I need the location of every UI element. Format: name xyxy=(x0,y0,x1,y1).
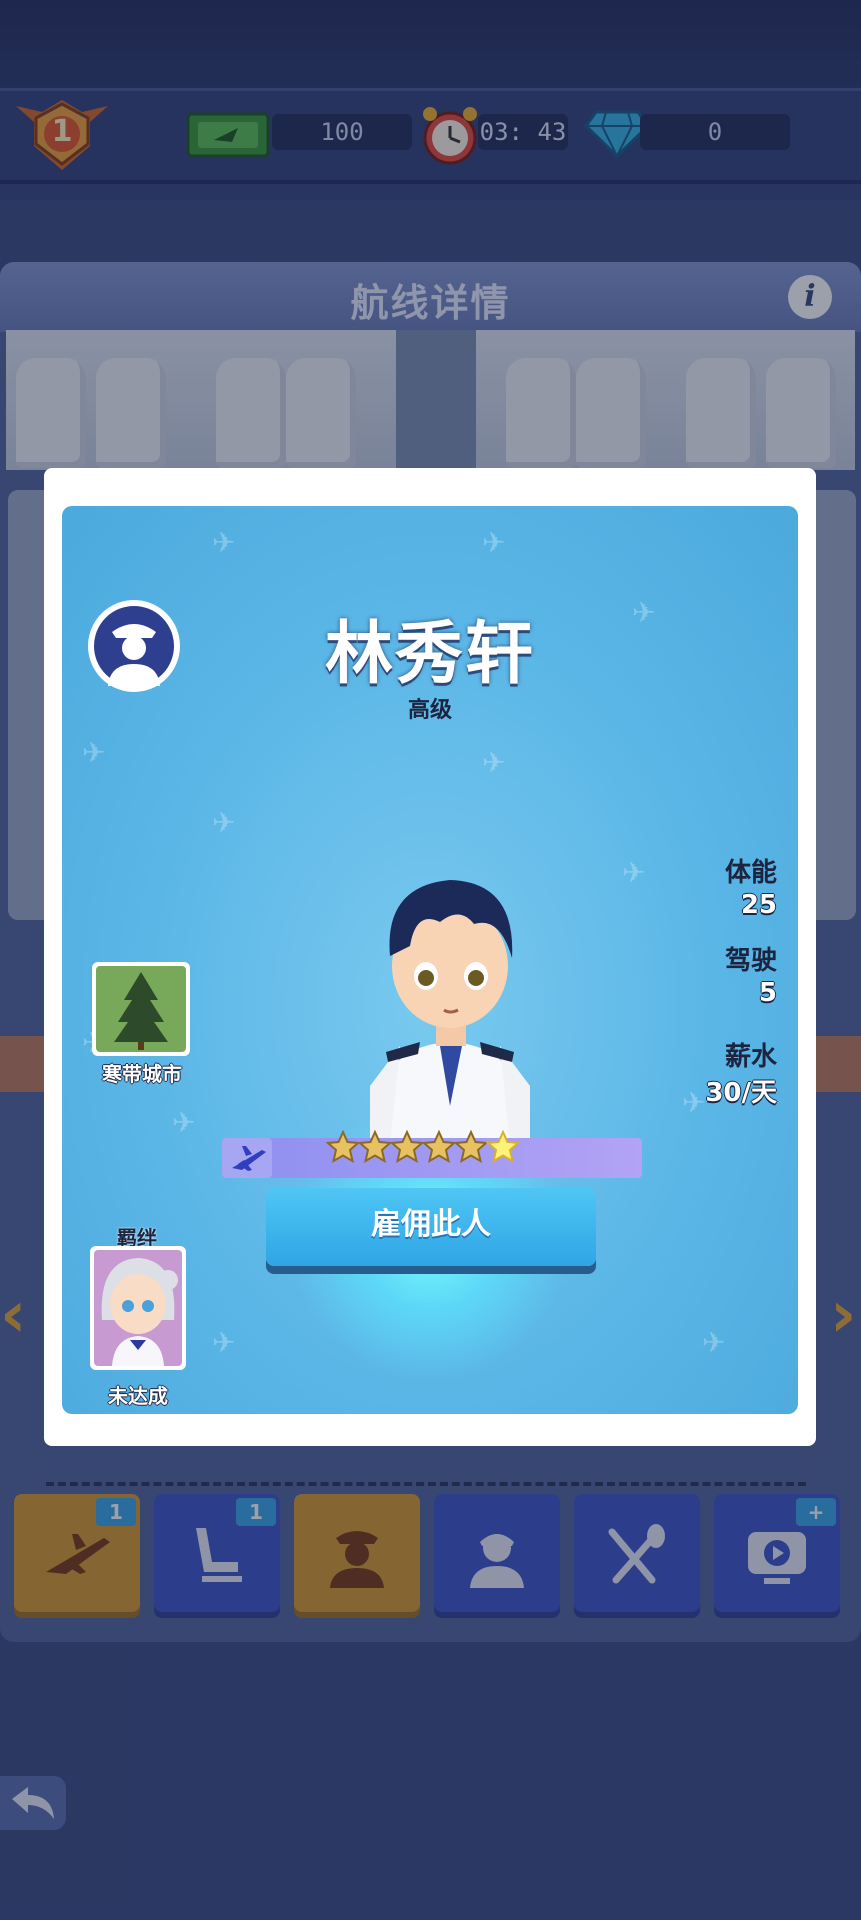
plane-chip xyxy=(222,1138,272,1178)
stamina-value: 25 xyxy=(740,890,777,920)
pilot-character-portrait xyxy=(340,846,560,1146)
star-icon xyxy=(390,1130,424,1164)
star-icon xyxy=(326,1130,360,1164)
salary-value: 30/天 xyxy=(705,1078,777,1108)
bond-status: 未达成 xyxy=(108,1384,168,1408)
star-icon xyxy=(454,1130,488,1164)
stamina-label: 体能 xyxy=(724,858,777,888)
driving-label: 驾驶 xyxy=(724,946,777,976)
character-rank: 高级 xyxy=(407,698,452,723)
salary-label: 薪水 xyxy=(724,1042,777,1072)
pine-tree-icon xyxy=(96,966,186,1052)
star-rating xyxy=(326,1130,520,1180)
bond-card[interactable] xyxy=(90,1246,186,1370)
bond-character-portrait xyxy=(94,1250,182,1366)
city-card[interactable] xyxy=(92,962,190,1056)
character-name: 林秀轩 xyxy=(324,615,535,694)
star-icon xyxy=(358,1130,392,1164)
small-plane-icon xyxy=(232,1146,266,1171)
city-name: 寒带城市 xyxy=(102,1062,182,1086)
driving-value: 5 xyxy=(758,978,777,1008)
hire-button[interactable]: 雇佣此人 xyxy=(266,1188,596,1266)
star-icon xyxy=(486,1130,520,1164)
star-icon xyxy=(422,1130,456,1164)
